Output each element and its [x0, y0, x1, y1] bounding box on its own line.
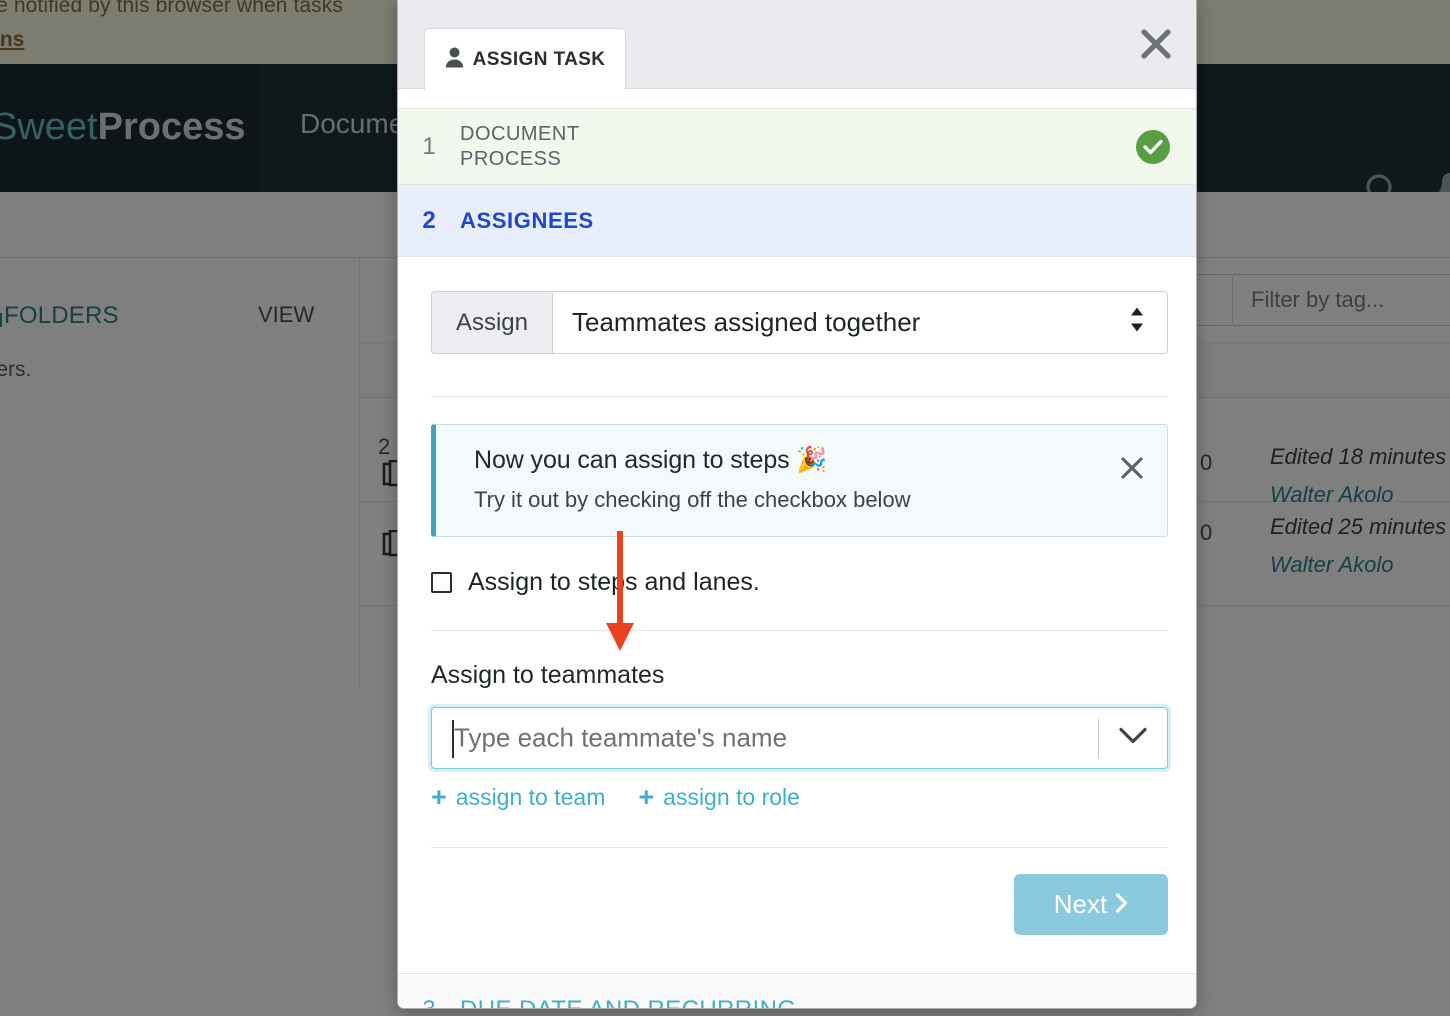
dialog-actions: Next [431, 874, 1168, 973]
assign-to-role-label: assign to role [663, 784, 800, 810]
assign-steps-lanes-row[interactable]: Assign to steps and lanes. [431, 568, 1163, 597]
tab-assign-task[interactable]: ASSIGN TASK [424, 28, 626, 90]
assign-to-teammates-label: Assign to teammates [431, 661, 665, 689]
divider [431, 847, 1168, 848]
divider [431, 630, 1168, 631]
chevron-down-icon[interactable] [1119, 727, 1147, 750]
teammates-input-placeholder: Type each teammate's name [454, 722, 788, 753]
assign-label: Assign [431, 291, 552, 354]
step-1-number: 1 [422, 132, 436, 160]
assign-shortcut-links: + assign to team + assign to role [431, 784, 1163, 811]
step-2-title: ASSIGNEES [460, 207, 594, 233]
promo-title: Now you can assign to steps 🎉 [474, 446, 828, 474]
promo-subtitle: Try it out by checking off the checkbox … [474, 487, 911, 512]
next-button-label: Next [1053, 889, 1108, 919]
assign-task-dialog: ASSIGN TASK 1 DOCUMENT PROCESS 2 ASSIGNE… [397, 0, 1197, 1009]
assign-steps-lanes-label: Assign to steps and lanes. [468, 568, 760, 596]
step-3-number: 3 [422, 995, 436, 1009]
assign-mode-value: Teammates assigned together [572, 307, 921, 337]
dialog-header-gap [398, 89, 1196, 108]
close-icon[interactable] [1134, 22, 1178, 66]
plus-icon: + [638, 782, 655, 812]
promo-banner: Now you can assign to steps 🎉 Try it out… [431, 424, 1168, 537]
assign-to-role-link[interactable]: + assign to role [638, 784, 800, 811]
step-due-date-recurring[interactable]: 3 DUE DATE AND RECURRING [398, 973, 1196, 1009]
step-1-title-line2: PROCESS [460, 147, 562, 170]
next-button[interactable]: Next [1014, 874, 1168, 935]
step-2-number: 2 [422, 206, 436, 234]
assignees-panel: Assign Teammates assigned together Now y… [398, 257, 1196, 973]
assign-steps-lanes-checkbox[interactable] [431, 572, 452, 593]
assign-mode-group: Assign Teammates assigned together [431, 291, 1168, 354]
input-divider [1098, 719, 1099, 759]
assign-to-team-label: assign to team [455, 784, 606, 810]
plus-icon: + [431, 782, 447, 812]
step-3-title: DUE DATE AND RECURRING [460, 995, 797, 1009]
divider [431, 396, 1168, 397]
check-circle-icon [1136, 129, 1170, 164]
sort-arrows-icon [1129, 306, 1145, 339]
dialog-header: ASSIGN TASK [398, 0, 1196, 90]
chevron-right-icon [1115, 889, 1128, 920]
step-document-process[interactable]: 1 DOCUMENT PROCESS [398, 108, 1196, 185]
assign-mode-select[interactable]: Teammates assigned together [552, 291, 1168, 354]
teammates-input-wrapper[interactable]: Type each teammate's name [431, 707, 1168, 769]
promo-close-icon[interactable] [1117, 453, 1147, 483]
assign-to-team-link[interactable]: + assign to team [431, 784, 605, 811]
tab-assign-task-label: ASSIGN TASK [472, 48, 606, 70]
step-1-title-line1: DOCUMENT [460, 122, 580, 145]
step-assignees[interactable]: 2 ASSIGNEES [398, 185, 1196, 257]
step-1-title: DOCUMENT PROCESS [460, 122, 580, 172]
person-icon [445, 47, 464, 73]
